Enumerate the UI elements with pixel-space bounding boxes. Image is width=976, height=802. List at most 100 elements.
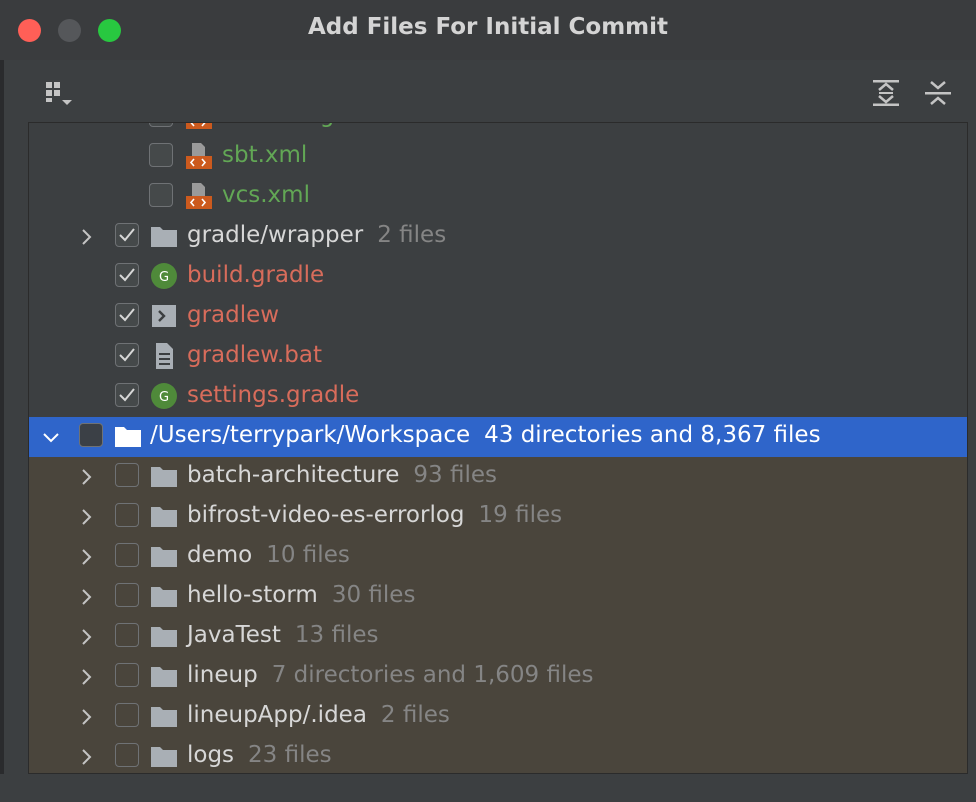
folder-icon	[149, 741, 179, 771]
folder-name: demo	[187, 542, 253, 568]
folder-icon	[149, 221, 179, 251]
folder-icon	[149, 581, 179, 611]
folder-name: logs	[187, 742, 235, 768]
chevron-right-icon[interactable]	[77, 466, 97, 488]
folder-checkbox[interactable]	[115, 503, 139, 527]
tree-row-folder[interactable]: lineupApp/.idea 2 files	[29, 697, 967, 737]
tree-row-root-selected[interactable]: /Users/terrypark/Workspace 43 directories…	[29, 417, 967, 457]
folder-name: batch-architecture	[187, 462, 400, 488]
folder-name: lineup	[187, 662, 258, 688]
folder-checkbox[interactable]	[115, 463, 139, 487]
tree-row-folder[interactable]: bifrost-video-es-errorlog 19 files	[29, 497, 967, 537]
xml-file-icon	[183, 123, 213, 131]
chevron-right-icon[interactable]	[77, 626, 97, 648]
folder-checkbox[interactable]	[115, 623, 139, 647]
tree-row-file[interactable]: G build.gradle	[29, 257, 967, 297]
folder-checkbox[interactable]	[115, 583, 139, 607]
file-checkbox[interactable]	[149, 143, 173, 167]
chevron-right-icon[interactable]	[77, 666, 97, 688]
folder-icon	[149, 701, 179, 731]
check-icon	[119, 388, 135, 402]
folder-name: bifrost-video-es-errorlog	[187, 502, 465, 528]
tree-row-folder[interactable]: JavaTest 13 files	[29, 617, 967, 657]
file-count: 2 files	[380, 702, 450, 728]
collapse-all-button[interactable]	[923, 78, 953, 108]
check-icon	[119, 308, 135, 322]
group-by-icon	[46, 82, 72, 105]
svg-text:G: G	[159, 270, 169, 285]
file-count: 30 files	[331, 582, 416, 608]
file-checkbox[interactable]	[115, 303, 139, 327]
root-path: /Users/terrypark/Workspace	[150, 422, 471, 448]
tree-row-idea-file[interactable]: runConfigurations.xml	[29, 123, 967, 137]
tree-row-folder[interactable]: batch-architecture 93 files	[29, 457, 967, 497]
folder-checkbox[interactable]	[115, 703, 139, 727]
folder-icon	[113, 421, 143, 451]
file-checkbox[interactable]	[149, 123, 173, 127]
folder-icon	[149, 461, 179, 491]
group-by-button[interactable]	[44, 78, 74, 108]
tree-row-folder[interactable]: logs 23 files	[29, 737, 967, 773]
gradle-icon: G	[149, 261, 179, 291]
folder-checkbox[interactable]	[115, 223, 139, 247]
chevron-right-icon[interactable]	[77, 586, 97, 608]
folder-checkbox[interactable]	[115, 543, 139, 567]
file-checkbox[interactable]	[115, 343, 139, 367]
text-file-icon	[149, 341, 179, 371]
chevron-right-icon[interactable]	[77, 706, 97, 728]
file-count: 13 files	[294, 622, 379, 648]
folder-name: gradle/wrapper	[187, 222, 364, 248]
svg-text:G: G	[159, 390, 169, 405]
gradle-icon: G	[149, 381, 179, 411]
xml-file-icon	[183, 141, 213, 171]
tree-row-idea-file[interactable]: sbt.xml	[29, 137, 967, 177]
file-name: runConfigurations.xml	[222, 123, 478, 131]
title-bar: Add Files For Initial Commit	[0, 0, 976, 60]
file-name: vcs.xml	[222, 182, 310, 208]
folder-icon	[149, 501, 179, 531]
folder-checkbox[interactable]	[115, 743, 139, 767]
chevron-right-icon[interactable]	[77, 226, 97, 248]
file-count: 19 files	[478, 502, 563, 528]
toolbar	[0, 60, 976, 122]
chevron-right-icon[interactable]	[77, 546, 97, 568]
file-count: 7 directories and 1,609 files	[271, 662, 594, 688]
file-count: 23 files	[248, 742, 332, 768]
file-checkbox[interactable]	[115, 383, 139, 407]
folder-icon	[149, 541, 179, 571]
check-icon	[119, 268, 135, 282]
tree-row-file[interactable]: gradlew.bat	[29, 337, 967, 377]
file-tree[interactable]: runConfigurations.xml sbt.xml vcs.xml	[28, 122, 968, 774]
tree-row-folder[interactable]: lineup 7 directories and 1,609 files	[29, 657, 967, 697]
tree-row-folder[interactable]: hello-storm 30 files	[29, 577, 967, 617]
tree-row-idea-file[interactable]: vcs.xml	[29, 177, 967, 217]
check-icon	[119, 348, 135, 362]
root-checkbox[interactable]	[79, 423, 103, 447]
folder-name: JavaTest	[187, 622, 281, 648]
file-count: 10 files	[266, 542, 350, 568]
file-name: build.gradle	[187, 262, 325, 288]
file-count: 2 files	[377, 222, 447, 248]
folder-icon	[149, 621, 179, 651]
shell-script-icon	[149, 301, 179, 331]
expand-all-icon	[873, 80, 899, 106]
folder-checkbox[interactable]	[115, 663, 139, 687]
file-checkbox[interactable]	[115, 263, 139, 287]
chevron-down-icon[interactable]	[41, 426, 61, 448]
chevron-right-icon[interactable]	[77, 506, 97, 528]
folder-name: lineupApp/.idea	[187, 702, 367, 728]
tree-row-folder[interactable]: demo 10 files	[29, 537, 967, 577]
collapse-all-icon	[925, 81, 951, 105]
chevron-right-icon[interactable]	[77, 746, 97, 768]
file-checkbox[interactable]	[149, 183, 173, 207]
tree-row-file[interactable]: G settings.gradle	[29, 377, 967, 417]
tree-row-file[interactable]: gradlew	[29, 297, 967, 337]
file-name: gradlew	[187, 302, 280, 328]
dialog-bottom-area	[0, 774, 976, 802]
window-title: Add Files For Initial Commit	[307, 14, 669, 40]
tree-row-folder[interactable]: gradle/wrapper 2 files	[29, 217, 967, 257]
folder-icon	[149, 661, 179, 691]
xml-file-icon	[183, 181, 213, 211]
expand-all-button[interactable]	[871, 78, 901, 108]
file-name: sbt.xml	[222, 142, 308, 168]
